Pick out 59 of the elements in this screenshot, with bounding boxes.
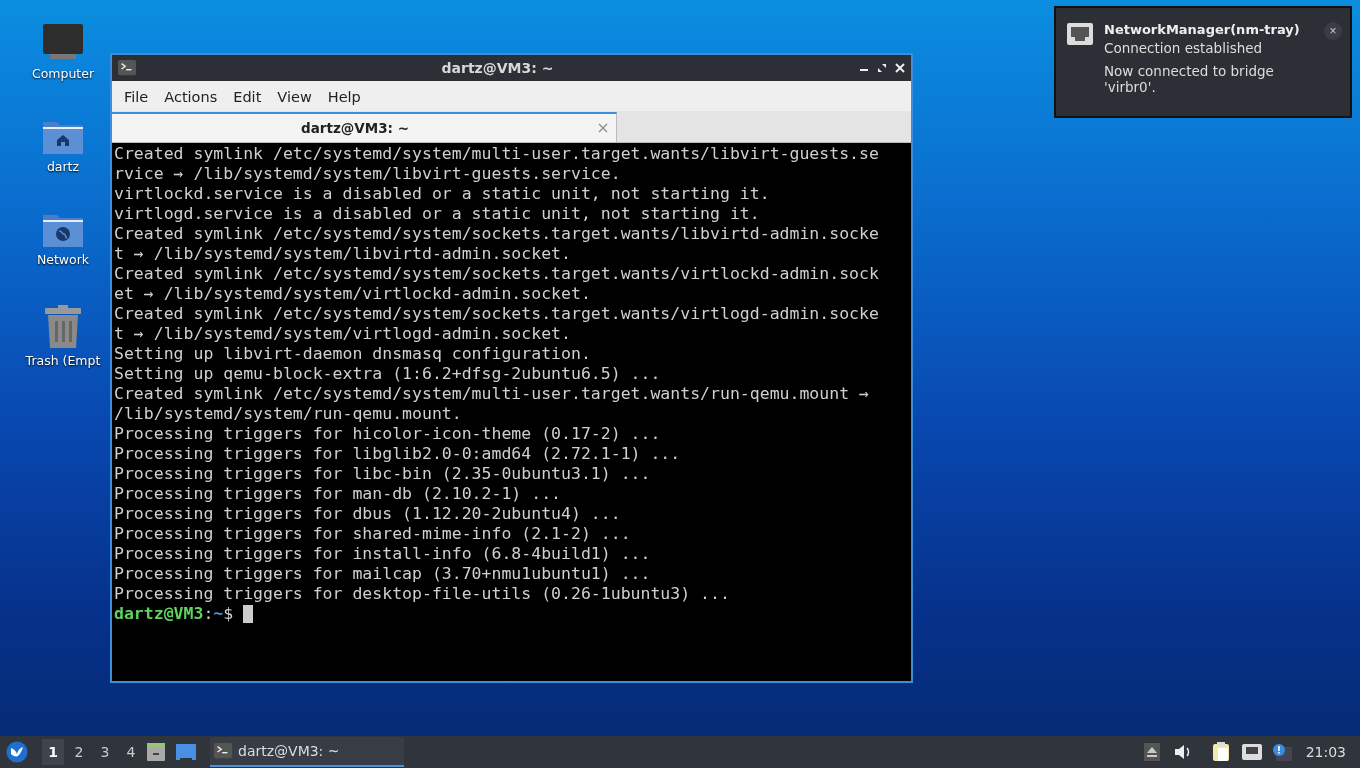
menu-item[interactable]: Actions [156, 85, 226, 107]
terminal-icon [118, 60, 136, 76]
terminal-output-line: Processing triggers for libc-bin (2.35-0ubuntu3.1) ... [114, 464, 652, 484]
eject-icon[interactable] [1143, 743, 1160, 761]
menu-item[interactable]: Edit [225, 85, 270, 107]
desktop-icon-label[interactable]: Network [36, 252, 90, 267]
terminal-icon [214, 743, 232, 759]
terminal-output-line: virtlockd.service is a disabled or a static unit, not starting it. [114, 184, 771, 204]
notification-summary: Connection established [1104, 40, 1264, 56]
terminal-output-line: Processing triggers for man-db (2.10.2-1) ... [114, 484, 563, 504]
terminal-output-line: Setting up libvirt-daemon dnsmasq configuration. [114, 344, 592, 364]
terminal-output-line: /lib/systemd/system/run-qemu.mount. [114, 404, 463, 424]
show-desktop-icon[interactable] [176, 743, 196, 761]
notification-title: NetworkManager(nm-tray) [1104, 22, 1301, 37]
monitor-icon [42, 22, 84, 62]
workspace-button[interactable]: 1 [42, 739, 64, 765]
terminal-output-line: Created symlink /etc/systemd/system/multi-user.target.wants/libvirt-guests.se [114, 144, 880, 164]
shell-prompt: dartz@VM3:~$ [114, 604, 234, 624]
desktop-icon-label[interactable]: dartz [46, 159, 80, 174]
text-cursor [243, 605, 254, 623]
home-folder-icon [42, 119, 84, 155]
trash-icon [44, 305, 82, 349]
notification-body: Now connected to bridge 'virbr0'. [1104, 63, 1275, 95]
terminal-output-line: t → /lib/systemd/system/libvirtd-admin.socket. [114, 244, 572, 264]
file-cabinet-icon[interactable] [146, 742, 166, 762]
terminal-output-line: Created symlink /etc/systemd/system/sockets.target.wants/virtlockd-admin.sock [114, 264, 880, 284]
terminal-output-line: Processing triggers for dbus (1.12.20-2ubuntu4) ... [114, 504, 622, 524]
terminal-output-line: t → /lib/systemd/system/virtlogd-admin.socket. [114, 324, 572, 344]
menu-item[interactable]: File [116, 85, 157, 107]
workspace-button[interactable]: 4 [120, 739, 142, 765]
workspace-button[interactable]: 2 [68, 739, 90, 765]
window-title: dartz@VM3: ~ [440, 60, 555, 76]
update-notice-icon[interactable] [1271, 743, 1292, 761]
terminal-output-line: rvice → /lib/systemd/system/libvirt-guests.service. [114, 164, 622, 184]
desktop-icon-label[interactable]: Trash (Empt [25, 353, 101, 368]
terminal-output-line: Processing triggers for libglib2.0-0:amd64 (2.72.1-1) ... [114, 444, 682, 464]
terminal-output-line: Created symlink /etc/systemd/system/multi-user.target.wants/run-qemu.mount → [114, 384, 870, 404]
close-button[interactable]: × [1324, 22, 1342, 40]
terminal-output-line: Processing triggers for desktop-file-utils (0.26-1ubuntu3) ... [114, 584, 731, 604]
terminal-output-line: Processing triggers for install-info (6.8-4build1) ... [114, 544, 652, 564]
desktop-icon-label[interactable]: Computer [31, 66, 95, 81]
terminal-output-line: Processing triggers for hicolor-icon-theme (0.17-2) ... [114, 424, 662, 444]
clock[interactable]: 21:03 [1305, 744, 1346, 760]
menu-item[interactable]: Help [319, 85, 369, 107]
terminal-output-line: et → /lib/systemd/system/virtlockd-admin.socket. [114, 284, 592, 304]
taskbar-task[interactable]: dartz@VM3: ~ [210, 737, 404, 767]
network-folder-icon [42, 212, 84, 248]
terminal-output-line: Created symlink /etc/systemd/system/sockets.target.wants/virtlogd-admin.socke [114, 304, 880, 324]
menu-item[interactable]: View [269, 85, 320, 107]
terminal-output-line: Setting up qemu-block-extra (1:6.2+dfsg-2ubuntu6.5) ... [114, 364, 662, 384]
terminal-output-line: Processing triggers for mailcap (3.70+nmu1ubuntu1) ... [114, 564, 652, 584]
terminal-output-line: Processing triggers for shared-mime-info (2.1-2) ... [114, 524, 632, 544]
volume-icon[interactable] [1173, 744, 1192, 760]
maximize-icon[interactable] [877, 63, 887, 73]
terminal-output-line: virtlogd.service is a disabled or a static unit, not starting it. [114, 204, 761, 224]
terminal-tab[interactable]: dartz@VM3: ~ [112, 112, 617, 142]
clipboard-icon[interactable] [1211, 742, 1230, 762]
terminal-output-line: Created symlink /etc/systemd/system/sockets.target.wants/libvirtd-admin.socke [114, 224, 880, 244]
workspace-button[interactable]: 3 [94, 739, 116, 765]
